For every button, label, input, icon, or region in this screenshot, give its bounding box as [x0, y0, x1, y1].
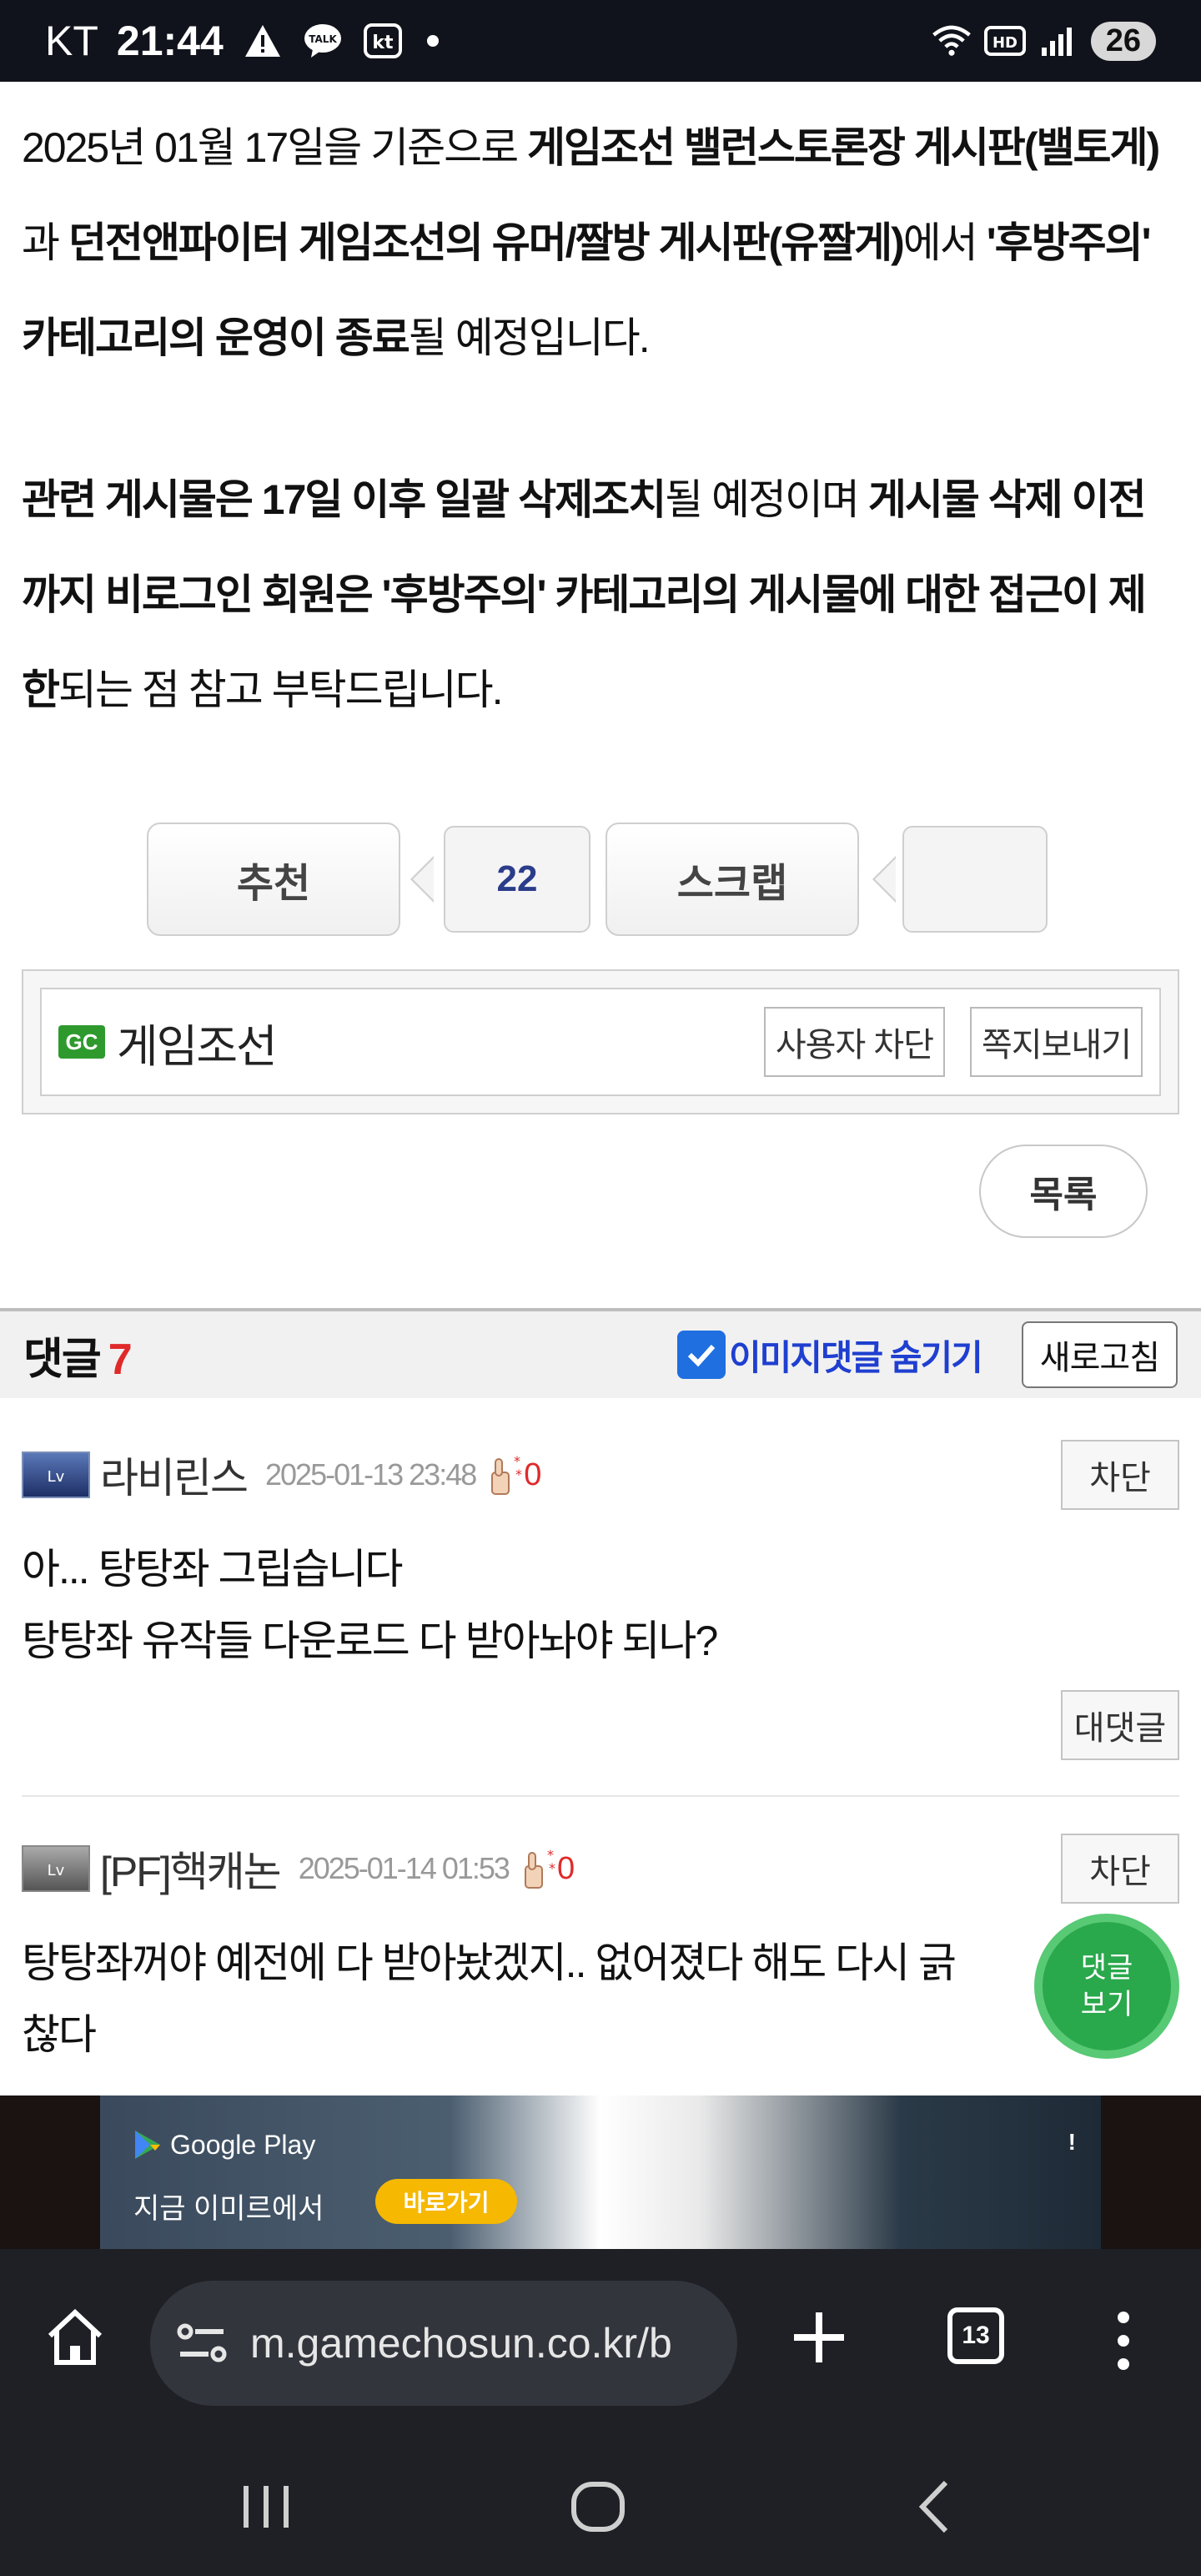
- comment-block-button[interactable]: 차단: [1061, 1440, 1179, 1510]
- talk-icon: TALK: [302, 22, 344, 60]
- thumbs-up-icon: **: [524, 1847, 555, 1889]
- svg-text:kt: kt: [372, 33, 394, 53]
- article-text-segment: 과: [22, 219, 68, 266]
- article-text-segment: 될 예정이며: [665, 476, 868, 523]
- back-icon[interactable]: [907, 2478, 966, 2536]
- scrap-count-arrow: [872, 856, 896, 903]
- comment-likes[interactable]: * * 0: [520, 1846, 575, 1891]
- scrap-count: [902, 826, 1048, 933]
- google-play-badge: Google Play: [133, 2129, 315, 2161]
- more-menu-icon[interactable]: [1111, 2307, 1136, 2374]
- recommend-button[interactable]: 추천: [147, 823, 400, 936]
- system-nav-bar: [0, 2429, 1201, 2576]
- comments-header: 댓글 7 이미지댓글 숨기기 새로고침: [0, 1308, 1201, 1398]
- ad-info-icon[interactable]: !: [1068, 2129, 1076, 2156]
- checkbox-checked-icon[interactable]: [677, 1331, 726, 1379]
- svg-text:HD: HD: [992, 34, 1018, 52]
- home-icon[interactable]: [43, 2306, 107, 2369]
- recent-apps-icon[interactable]: [237, 2478, 295, 2536]
- tab-switcher-button[interactable]: 13: [947, 2307, 1004, 2364]
- kt-icon: kt: [362, 22, 404, 60]
- comments-count: 7: [108, 1335, 133, 1384]
- vote-area: 추천 22 스크랩: [147, 823, 1048, 936]
- dot-icon: [426, 35, 439, 47]
- battery-icon: 26: [1090, 21, 1156, 61]
- article-body: 2025년 01월 17일을 기준으로 게임조선 밸런스토론장 게시판(밸토게)…: [22, 100, 1181, 737]
- comment-item: Lv [PF]핵캐논 2025-01-14 01:53 * * 0 차단 탕탕좌꺼…: [22, 1827, 1179, 2094]
- comment-author[interactable]: 라비린스: [100, 1445, 249, 1505]
- article-text-segment: 게임조선 밸런스토론장 게시판(밸토게): [527, 124, 1160, 171]
- status-bar: KT 21:44 TALK kt HD 26: [0, 0, 1201, 82]
- scrap-button[interactable]: 스크랩: [606, 823, 859, 936]
- article-paragraph-1: 2025년 01월 17일을 기준으로 게임조선 밸런스토론장 게시판(밸토게)…: [22, 100, 1181, 385]
- ad-subtitle: 지금 이미르에서: [133, 2193, 324, 2225]
- article-text-segment: 던전앤파이터 게임조선의 유머/짤방 게시판(유짤게): [68, 219, 905, 266]
- ad-cta-button[interactable]: 바로가기: [375, 2179, 517, 2224]
- author-box: GC 게임조선 사용자 차단 쪽지보내기: [22, 969, 1179, 1114]
- recommend-count: 22: [444, 826, 590, 933]
- hd-icon: HD: [983, 22, 1026, 60]
- new-tab-icon[interactable]: [789, 2307, 849, 2367]
- svg-text:Lv: Lv: [48, 1862, 65, 1879]
- send-message-button[interactable]: 쪽지보내기: [970, 1007, 1143, 1077]
- thumbs-up-icon: **: [491, 1453, 522, 1495]
- hide-image-comments-label[interactable]: 이미지댓글 숨기기: [729, 1330, 983, 1381]
- url-text[interactable]: m.gamechosun.co.kr/b: [250, 2319, 672, 2367]
- url-bar[interactable]: m.gamechosun.co.kr/b: [150, 2281, 737, 2406]
- ad-banner[interactable]: Google Play 지금 이미르에서 바로가기 !: [0, 2096, 1201, 2249]
- comment-date: 2025-01-14 01:53: [298, 1851, 510, 1885]
- gamechosun-logo-icon: GC: [58, 1025, 105, 1059]
- comment-block-button[interactable]: 차단: [1061, 1834, 1179, 1904]
- article-text-segment: 관련 게시물은 17일 이후 일괄 삭제조치: [22, 476, 666, 523]
- level-badge-icon: Lv: [22, 1845, 90, 1892]
- reply-button[interactable]: 대댓글: [1061, 1690, 1179, 1760]
- svg-text:Lv: Lv: [48, 1468, 65, 1486]
- svg-text:*: *: [515, 1467, 522, 1482]
- svg-text:*: *: [549, 1860, 555, 1876]
- author-name[interactable]: 게임조선: [117, 1009, 278, 1075]
- recommend-count-arrow: [410, 856, 434, 903]
- carrier-label: KT: [45, 18, 98, 64]
- article-text-segment: 2025년 01월 17일을 기준으로: [22, 124, 528, 171]
- comment-author[interactable]: [PF]핵캐논: [100, 1839, 282, 1899]
- article-text-segment: 에서: [902, 219, 987, 266]
- clock: 21:44: [116, 18, 224, 64]
- article-text-segment: 되는 점 참고 부탁드립니다.: [58, 667, 504, 713]
- article-text-segment: 될 예정입니다.: [408, 314, 651, 361]
- refresh-button[interactable]: 새로고침: [1021, 1321, 1178, 1388]
- svg-text:TALK: TALK: [309, 33, 337, 45]
- comments-title: 댓글 7: [23, 1335, 133, 1384]
- comment-date: 2025-01-13 23:48: [265, 1457, 477, 1492]
- comment-item: Lv 라비린스 2025-01-13 23:48 * * 0 차단 아... 탕탕…: [22, 1433, 1179, 1797]
- comment-likes[interactable]: * * 0: [487, 1452, 541, 1497]
- view-comments-float-button[interactable]: 댓글 보기: [1034, 1914, 1179, 2059]
- signal-icon: [1038, 22, 1079, 60]
- block-user-button[interactable]: 사용자 차단: [763, 1007, 945, 1077]
- comment-body: 아... 탕탕좌 그립습니다 탕탕좌 유작들 다운로드 다 받아놔야 되나?: [22, 1546, 718, 1664]
- google-play-icon: [135, 2131, 160, 2159]
- list-button[interactable]: 목록: [979, 1145, 1148, 1238]
- warning-icon: [242, 22, 284, 60]
- hide-image-comments-toggle[interactable]: 이미지댓글 숨기기: [677, 1330, 983, 1381]
- browser-toolbar: m.gamechosun.co.kr/b 13: [0, 2249, 1201, 2429]
- home-nav-icon[interactable]: [569, 2478, 627, 2536]
- level-badge-icon: Lv: [22, 1452, 90, 1498]
- article-paragraph-2: 관련 게시물은 17일 이후 일괄 삭제조치될 예정이며 게시물 삭제 이전까지…: [22, 452, 1181, 737]
- wifi-icon: [931, 22, 972, 60]
- comment-body: 탕탕좌꺼야 예전에 다 받아놨겠지.. 없어졌다 해도 다시 긁 찮다: [22, 1940, 957, 2058]
- site-settings-icon[interactable]: [177, 2322, 227, 2365]
